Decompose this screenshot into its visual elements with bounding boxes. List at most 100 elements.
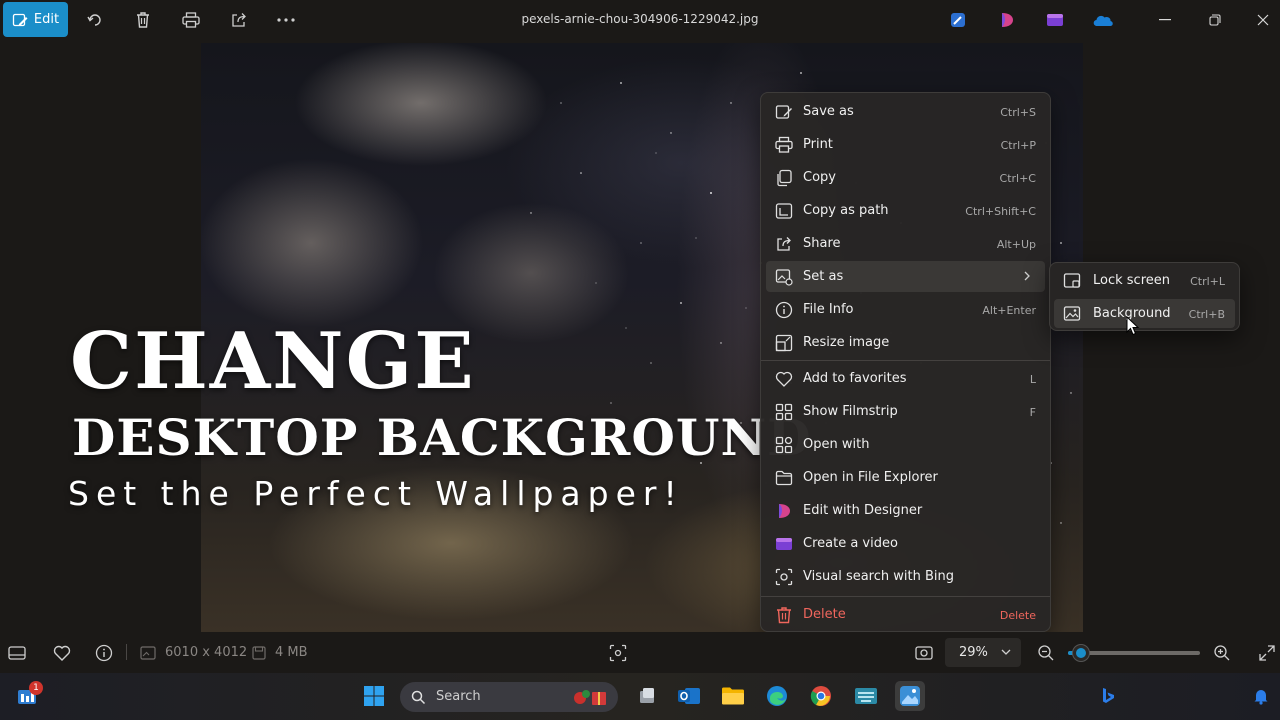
menu-item-edit-with-designer[interactable]: Edit with Designer (766, 495, 1045, 526)
copy-path-icon (775, 203, 793, 219)
search-icon (411, 690, 426, 705)
zoom-out-icon[interactable] (1036, 643, 1056, 663)
menu-item-share[interactable]: Share Alt+Up (766, 228, 1045, 259)
clipchamp-icon (776, 538, 792, 550)
menu-item-label: Show Filmstrip (803, 404, 898, 419)
menu-item-label: Edit with Designer (803, 503, 923, 518)
task-view-icon[interactable] (632, 681, 662, 711)
submenu-item-background[interactable]: Background Ctrl+B (1054, 299, 1235, 328)
close-icon[interactable] (1251, 8, 1275, 32)
menu-item-copy-as-path[interactable]: Copy as path Ctrl+Shift+C (766, 195, 1045, 226)
clipchamp-icon[interactable] (1043, 8, 1067, 32)
search-placeholder: Search (436, 689, 481, 704)
menu-item-shortcut: Ctrl+Shift+C (965, 205, 1036, 218)
image-viewer[interactable]: CHANGE DESKTOP BACKGROUND Set the Perfec… (0, 40, 1280, 632)
menu-item-label: Copy as path (803, 203, 889, 218)
rotate-icon[interactable] (83, 8, 107, 32)
search-highlight-gift-icon (574, 690, 606, 705)
open-with-icon (775, 436, 793, 454)
file-info-icon[interactable] (94, 643, 114, 663)
edge-icon[interactable] (762, 681, 792, 711)
delete-icon[interactable] (131, 8, 155, 32)
favorite-heart-icon[interactable] (52, 643, 72, 663)
menu-item-shortcut: Delete (999, 609, 1036, 622)
outlook-icon[interactable] (674, 681, 704, 711)
menu-item-label: Open in File Explorer (803, 470, 938, 485)
zoom-value: 29% (959, 645, 988, 660)
actual-size-icon[interactable] (914, 643, 934, 663)
share-icon[interactable] (227, 8, 251, 32)
file-explorer-icon[interactable] (718, 681, 748, 711)
more-icon[interactable] (274, 8, 298, 32)
set-as-submenu: Lock screen Ctrl+L Background Ctrl+B (1049, 262, 1240, 331)
copy-icon (777, 169, 792, 187)
context-menu: Save as Ctrl+S Print Ctrl+P Copy Ctrl+C … (760, 92, 1051, 632)
status-divider (126, 644, 127, 660)
menu-item-open-in-file-explorer[interactable]: Open in File Explorer (766, 462, 1045, 493)
menu-item-label: Resize image (803, 335, 890, 350)
menu-item-file-info[interactable]: File Info Alt+Enter (766, 294, 1045, 325)
menu-item-visual-search-with-bing[interactable]: Visual search with Bing (766, 561, 1045, 592)
overlay-subtitle: Set the Perfect Wallpaper! (68, 474, 684, 513)
widgets-notification-badge: 1 (29, 681, 43, 695)
fullscreen-icon[interactable] (1257, 643, 1277, 663)
image-dimensions: 6010 x 4012 (165, 645, 248, 660)
top-toolbar: Edit pexels-arnie-chou-304906-1229042.jp… (0, 0, 1280, 40)
trash-icon (777, 607, 791, 624)
menu-item-label: Visual search with Bing (803, 569, 954, 584)
menu-item-label: Set as (803, 269, 844, 284)
menu-item-delete[interactable]: Delete Delete (766, 599, 1045, 630)
menu-item-shortcut: F (1029, 406, 1036, 419)
share-icon (777, 237, 791, 251)
edit-button[interactable]: Edit (3, 2, 68, 37)
menu-item-resize-image[interactable]: Resize image (766, 327, 1045, 358)
file-size: 4 MB (275, 645, 308, 660)
filmstrip-toggle-icon[interactable] (7, 643, 27, 663)
menu-item-copy[interactable]: Copy Ctrl+C (766, 162, 1045, 193)
menu-item-set-as[interactable]: Set as (766, 261, 1045, 292)
submenu-item-shortcut: Ctrl+B (1188, 308, 1225, 321)
menu-item-label: Delete (803, 607, 846, 622)
keyboard-app-icon[interactable] (851, 681, 881, 711)
taskbar-search-box[interactable]: Search (400, 682, 618, 712)
bing-icon[interactable] (1093, 681, 1123, 711)
menu-item-label: Open with (803, 437, 870, 452)
overlay-headline-desktop-background: DESKTOP BACKGROUND (72, 408, 812, 467)
menu-item-label: Create a video (803, 536, 898, 551)
zoom-in-icon[interactable] (1212, 643, 1232, 663)
print-icon[interactable] (179, 8, 203, 32)
photos-icon[interactable] (895, 681, 925, 711)
onedrive-icon[interactable] (1091, 8, 1115, 32)
status-bar: 6010 x 4012 4 MB 29% (0, 632, 1280, 673)
print-icon (775, 136, 793, 153)
designer-icon[interactable] (995, 8, 1019, 32)
menu-item-add-to-favorites[interactable]: Add to favorites L (766, 363, 1045, 394)
visual-search-icon[interactable] (608, 643, 628, 663)
menu-item-save-as[interactable]: Save as Ctrl+S (766, 96, 1045, 127)
menu-item-print[interactable]: Print Ctrl+P (766, 129, 1045, 160)
zoom-slider[interactable] (1068, 645, 1200, 661)
minimize-icon[interactable] (1153, 8, 1177, 32)
zoom-slider-thumb[interactable] (1073, 645, 1089, 661)
chrome-icon[interactable] (806, 681, 836, 711)
designer-icon (779, 504, 790, 518)
notification-bell-icon[interactable] (1246, 681, 1276, 711)
menu-item-label: Print (803, 137, 833, 152)
submenu-item-lock-screen[interactable]: Lock screen Ctrl+L (1054, 266, 1235, 295)
menu-separator (761, 596, 1050, 597)
designer-pen-icon[interactable] (946, 8, 970, 32)
dimensions-icon (138, 643, 158, 663)
visual-search-icon (775, 568, 793, 586)
menu-item-shortcut: Ctrl+P (1000, 139, 1036, 152)
menu-item-open-with[interactable]: Open with (766, 429, 1045, 460)
menu-item-create-a-video[interactable]: Create a video (766, 528, 1045, 559)
file-size-icon (249, 643, 269, 663)
restore-icon[interactable] (1203, 8, 1227, 32)
zoom-dropdown[interactable]: 29% (945, 638, 1021, 667)
menu-item-show-filmstrip[interactable]: Show Filmstrip F (766, 396, 1045, 427)
resize-icon (775, 334, 793, 352)
submenu-item-label: Lock screen (1093, 273, 1170, 288)
info-icon (775, 301, 793, 319)
start-icon[interactable] (359, 681, 389, 711)
menu-item-label: Copy (803, 170, 836, 185)
